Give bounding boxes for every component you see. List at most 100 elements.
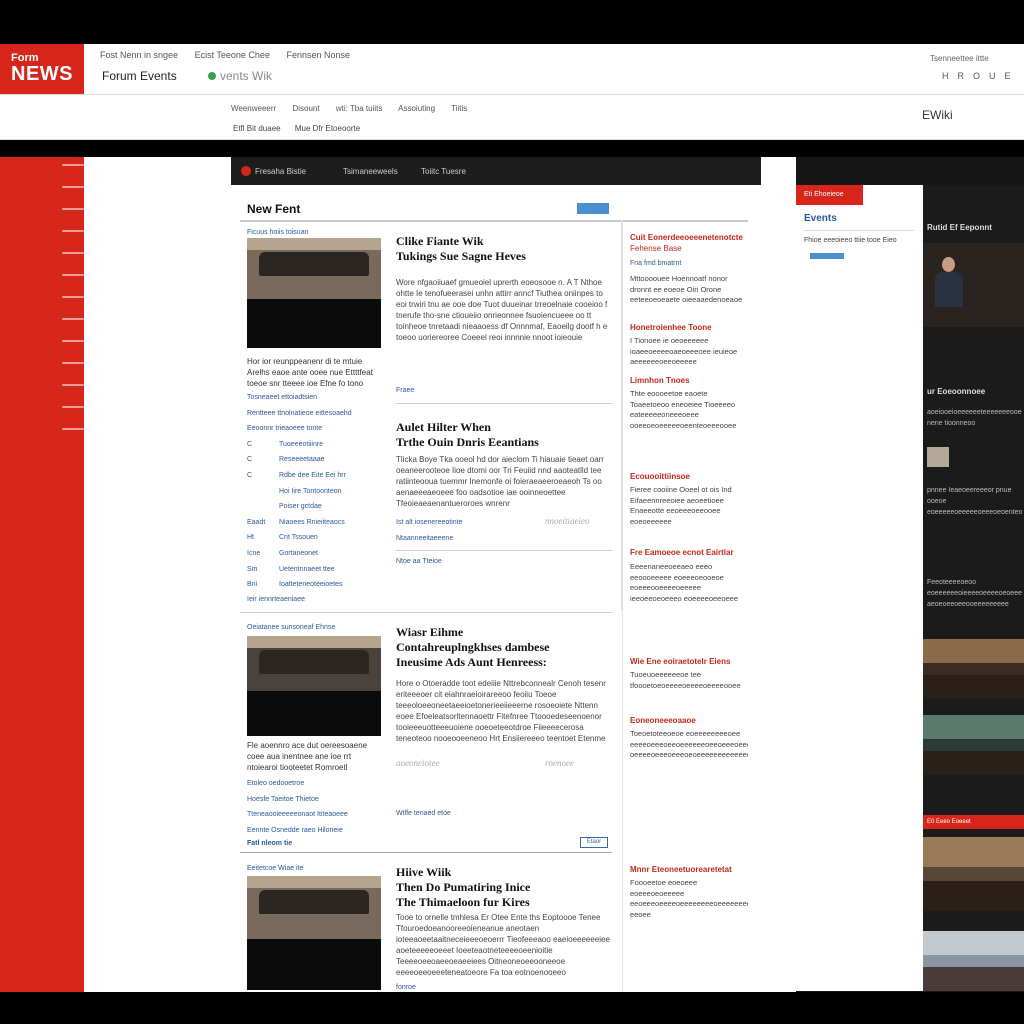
events-button[interactable]: [810, 253, 844, 259]
sidebar-link[interactable]: Fna fmd bmatrnt: [630, 260, 681, 267]
event-photo[interactable]: [923, 639, 1024, 699]
related-link[interactable]: C Rdbe dee Eite Eei hrr: [247, 468, 352, 484]
events-tab[interactable]: Eti Ehoeieoe: [796, 185, 863, 205]
event-photo[interactable]: [923, 715, 1024, 775]
panel-text: Feeoteeeeoeoo eoeeeeeeoieeeeoeeeeoeoeeee…: [927, 579, 1022, 608]
sidebar-text: Mttoooouee Hoennoatf nonor dronnt ee eoe…: [630, 274, 743, 304]
account-link[interactable]: Tsenneettee ittte: [930, 54, 989, 63]
headline-line: Trthe Ouin Dnris Eeantians: [396, 435, 539, 449]
link-marker: C: [247, 471, 253, 479]
section-link[interactable]: Fatl nleom tie: [247, 840, 292, 847]
more-links[interactable]: Ieir iennrteaeniaee: [247, 596, 305, 603]
site-header: Form NEWS Fost Nenn in sngee Ecist Teeon…: [0, 44, 1024, 94]
header-icon[interactable]: E: [1005, 71, 1020, 81]
related-link[interactable]: Eennte Osnedde raeo Hiloneie: [247, 823, 348, 839]
section-button[interactable]: Etaor: [580, 837, 608, 848]
logo-big-text: NEWS: [11, 63, 73, 85]
related-link[interactable]: Rentteee ttnolnatieoe eittesoaehd: [247, 406, 352, 422]
header-icon[interactable]: U: [989, 71, 1005, 81]
panel-title[interactable]: Rutid Ef Eeponnt: [927, 223, 992, 232]
main-nav-item[interactable]: Fresaha Bistie: [255, 167, 306, 176]
article-kicker[interactable]: Ficuus hoiis toisuan: [247, 229, 308, 236]
article-more-link[interactable]: Fraee: [396, 387, 414, 394]
ewiki-label[interactable]: EWiki: [922, 108, 953, 122]
related-link[interactable]: Hoesfe Taeitoe Thietoe: [247, 792, 348, 808]
events-text: Fhioe eeeoieeo ttiie tooe Eieo: [804, 237, 897, 244]
article-headline[interactable]: Wiasr Eihme Contahreuplngkhses dambese I…: [396, 625, 611, 670]
panel-thumbnail[interactable]: [927, 447, 949, 467]
subnav-link[interactable]: Tiitis: [451, 104, 467, 113]
panel-title[interactable]: ur Eoeoonnoee: [927, 387, 985, 396]
header-icon[interactable]: H: [942, 71, 958, 81]
article-thumbnail[interactable]: [247, 238, 381, 348]
panel-text: aoeiooeioeeeeeeteeeeeeeooee nene tioonne…: [927, 409, 1022, 427]
subnav-link[interactable]: Weenweeerr: [231, 104, 276, 113]
article-thumbnail[interactable]: [247, 636, 381, 736]
sidebar-heading[interactable]: Honetroienhee Toone: [630, 323, 712, 332]
related-link[interactable]: Hoi Iire Tontoonteon: [247, 484, 352, 500]
sidebar-heading[interactable]: Cuit Eonerdeeoeeenetenotcte: [630, 233, 743, 242]
article-more-link[interactable]: Wtlfe tenaed etoe: [396, 810, 451, 817]
events-box: Eti Ehoeieoe Events Fhioe eeeoieeo ttiie…: [796, 185, 923, 991]
top-link[interactable]: Fennsen Nonse: [286, 50, 350, 60]
article-headline[interactable]: Aulet Hilter When Trthe Ouin Dnris Eeant…: [396, 420, 611, 450]
article-meta[interactable]: Ntoe aa Tteioe: [396, 558, 442, 565]
panel-text: pnnee Ieaeoeereeeor pnue ooeoe eoeeeeeoe…: [927, 487, 1022, 516]
site-name[interactable]: Forum Events: [102, 69, 177, 83]
top-link[interactable]: Ecist Teeone Chee: [195, 50, 270, 60]
related-link[interactable]: Tteneaooieeeeeonaot Ititeaoeee: [247, 807, 348, 823]
events-title[interactable]: Events: [804, 213, 837, 224]
related-links: Tosneaeet ettoiadtsien Rentteee ttnolnat…: [247, 390, 352, 593]
related-link[interactable]: Icne Gortaneonet: [247, 546, 352, 562]
top-link[interactable]: Fost Nenn in sngee: [100, 50, 178, 60]
author-signature: aoeoneiotee: [396, 758, 440, 768]
related-link[interactable]: Sm Uetentnnaeet ttee: [247, 562, 352, 578]
wiki-link[interactable]: vents Wik: [208, 69, 272, 83]
article-meta[interactable]: Ist alt iosenereeotinte: [396, 519, 463, 526]
header-icon[interactable]: O: [973, 71, 989, 81]
panel-red-strip[interactable]: E0 Eeeo Eoeeet: [923, 815, 1024, 829]
sidebar-heading[interactable]: Eoneoneeeoaaoe: [630, 716, 696, 725]
subnav-link[interactable]: Disount: [292, 104, 319, 113]
site-logo[interactable]: Form NEWS: [0, 44, 84, 94]
related-link[interactable]: Eeoonnr trieaoeee tonte: [247, 421, 352, 437]
related-link[interactable]: C Reseeeetaaae: [247, 452, 352, 468]
sidebar-heading[interactable]: Wie Ene eoiraetotelr Eiens: [630, 657, 730, 666]
event-photo[interactable]: [923, 837, 1024, 911]
article-summary: Wore nfgaoiiuaef gmueoiel uprerth eoeoso…: [396, 278, 608, 342]
sidebar-text: Foooeetoe eoeoeee eoeeeoeoeeeee eeoeeeoe…: [630, 878, 748, 919]
main-nav-item[interactable]: Toiitc Tuesre: [421, 167, 466, 176]
related-link[interactable]: Bni Ioatteteneoteeioetes: [247, 577, 352, 593]
sidebar-heading[interactable]: Fre Eamoeoe ecnot Eairtlar: [630, 548, 734, 557]
event-photo[interactable]: [923, 931, 1024, 991]
article-meta[interactable]: Ntaanneeitaeeene: [396, 535, 453, 542]
related-link[interactable]: Ht Cnt Tssouen: [247, 530, 352, 546]
sidebar-heading[interactable]: Limnhon Tnoes: [630, 376, 690, 385]
sidebar-heading[interactable]: Ecouooittiinsoe: [630, 472, 690, 481]
left-rail-marks: [62, 164, 84, 450]
related-link[interactable]: Etoleo oedooetroe: [247, 776, 348, 792]
article-more-link[interactable]: fonroe: [396, 984, 416, 991]
related-link[interactable]: Eaadt Niaoees Rnieiiteaocs: [247, 515, 352, 531]
subnav-link[interactable]: Assoiuting: [398, 104, 435, 113]
related-link[interactable]: Poiser gctdae: [247, 499, 352, 515]
sidebar-text: Toeoetoteeoeoe eoeeeeeeeeoee eeeeoeeeoee…: [630, 729, 748, 759]
sidebar-heading[interactable]: Mnnr Eteoneetuorearetetat: [630, 865, 732, 874]
main-nav-item[interactable]: Tsimaneeweels: [343, 167, 398, 176]
subnav-link[interactable]: wti: Tba tuiits: [336, 104, 383, 113]
speaker-image[interactable]: [923, 243, 1024, 327]
subnav-link[interactable]: Etfl Bit duaee: [233, 124, 281, 133]
related-link[interactable]: Tosneaeet ettoiadtsien: [247, 390, 352, 406]
subnav-link[interactable]: Mue Dfr Etoeoorte: [295, 124, 360, 133]
section-title: New Fent: [247, 202, 301, 216]
article-thumbnail[interactable]: [247, 876, 381, 990]
article-kicker[interactable]: Oeiatanee sunsoneaf Ehnse: [247, 624, 335, 631]
sidebar-subheading[interactable]: Fehense Base: [630, 244, 682, 253]
link-marker: Ht: [247, 534, 254, 542]
related-link[interactable]: C Tuoeeeotiiinre: [247, 437, 352, 453]
article-headline[interactable]: Hiive Wiik Then Do Pumatiring Inice The …: [396, 865, 611, 910]
header-icon[interactable]: R: [958, 71, 974, 81]
section-action-button[interactable]: [577, 203, 609, 214]
article-kicker[interactable]: Eeitetcoe Wiae ite: [247, 865, 303, 872]
article-headline[interactable]: Clike Fiante Wik Tukings Sue Sagne Heves: [396, 234, 611, 264]
